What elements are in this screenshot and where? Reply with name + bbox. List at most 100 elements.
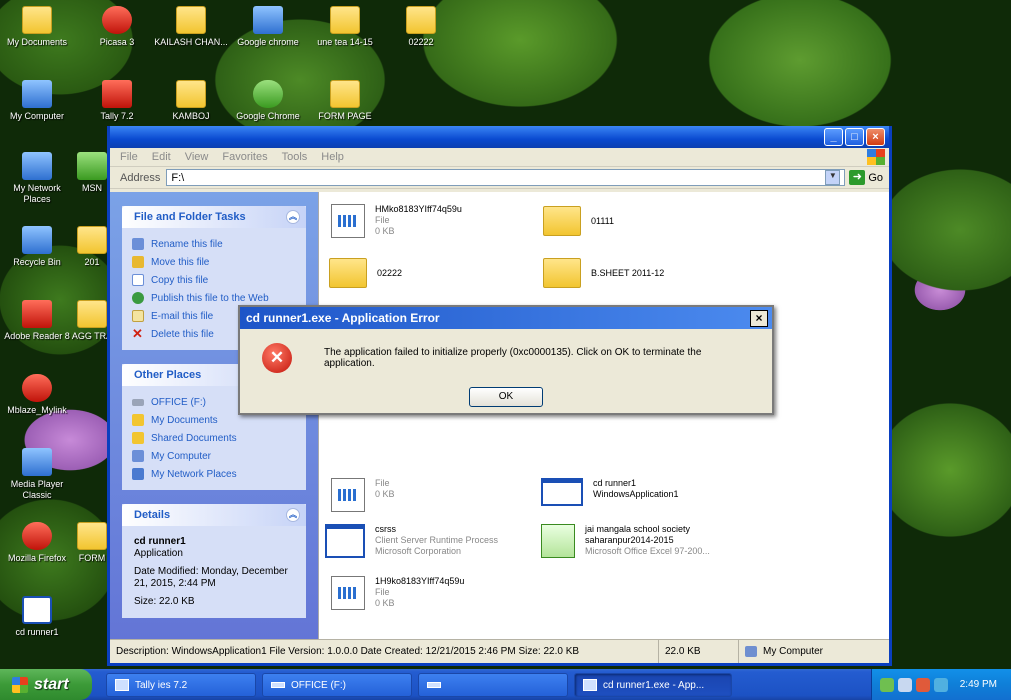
menu-bar: File Edit View Favorites Tools Help: [110, 148, 889, 167]
details-modified: Date Modified: Monday, December 21, 2015…: [134, 566, 288, 589]
chevron-down-icon[interactable]: ▼: [825, 170, 841, 185]
connection-icon[interactable]: [933, 677, 948, 692]
folder-item[interactable]: 01111: [543, 206, 753, 236]
file-icon: [331, 576, 365, 610]
explorer-titlebar[interactable]: _ □ ×: [110, 126, 889, 148]
computer-icon: [132, 450, 144, 462]
file-item[interactable]: HMko8183YIff74q59u File 0 KB: [331, 204, 541, 238]
folder-icon: [132, 414, 144, 426]
menu-help[interactable]: Help: [321, 151, 344, 163]
place-my-computer[interactable]: My Computer: [132, 447, 296, 465]
start-button[interactable]: start: [0, 669, 92, 700]
minimize-button[interactable]: _: [824, 128, 843, 146]
folder-icon: [406, 6, 436, 34]
file-folder-tasks-header[interactable]: File and Folder Tasks ︽: [122, 206, 306, 228]
status-bar: Description: WindowsApplication1 File Ve…: [110, 639, 889, 663]
taskbar-item-office-drive[interactable]: OFFICE (F:): [262, 673, 412, 697]
network-icon[interactable]: [879, 677, 894, 692]
menu-edit[interactable]: Edit: [152, 151, 171, 163]
tally-icon: [115, 679, 129, 691]
folder-icon: [77, 226, 107, 254]
desktop-icon-tally[interactable]: Tally 7.2: [80, 80, 154, 122]
excel-file-item[interactable]: jai mangala school society saharanpur201…: [541, 524, 781, 558]
close-button[interactable]: ×: [866, 128, 885, 146]
place-network-places[interactable]: My Network Places: [132, 465, 296, 483]
address-bar: Address F:\ ▼ ➜ Go: [110, 167, 889, 189]
folder-icon: [543, 206, 581, 236]
ok-button[interactable]: OK: [469, 387, 543, 407]
desktop-icon-chrome[interactable]: Google Chrome: [231, 80, 305, 122]
menu-file[interactable]: File: [120, 151, 138, 163]
move-icon: [132, 256, 144, 268]
details-panel: Details ︽ cd runner1 Application Date Mo…: [122, 504, 306, 618]
desktop-icon-une-tea[interactable]: une tea 14-15: [308, 6, 382, 48]
volume-icon[interactable]: [897, 677, 912, 692]
application-item[interactable]: cd runner1 WindowsApplication1: [541, 478, 751, 506]
desktop-icon-kamboj[interactable]: KAMBOJ: [154, 80, 228, 122]
menu-tools[interactable]: Tools: [282, 151, 308, 163]
desktop-icon-mblaze[interactable]: Mblaze_Mylink: [0, 374, 74, 416]
details-title: Details: [134, 509, 171, 521]
application-item[interactable]: csrss Client Server Runtime Process Micros…: [325, 524, 535, 558]
file-item[interactable]: File 0 KB: [331, 478, 541, 512]
start-label: start: [34, 675, 69, 693]
drive-icon: [271, 682, 285, 688]
place-shared-documents[interactable]: Shared Documents: [132, 429, 296, 447]
error-icon: ✕: [262, 343, 292, 373]
windows-logo-icon: [867, 149, 885, 165]
firefox-icon: [22, 522, 52, 550]
drive-icon: [132, 398, 144, 406]
details-name: cd runner1: [134, 536, 186, 547]
task-copy[interactable]: Copy this file: [132, 271, 296, 289]
desktop-icon-form-page[interactable]: FORM PAGE: [308, 80, 382, 122]
taskbar: start Tally ies 7.2 OFFICE (F:) cd runne…: [0, 669, 1011, 700]
task-move[interactable]: Move this file: [132, 253, 296, 271]
clock[interactable]: 2:49 PM: [960, 679, 997, 690]
folder-item[interactable]: B.SHEET 2011-12: [543, 258, 753, 288]
task-rename[interactable]: Rename this file: [132, 235, 296, 253]
network-icon: [132, 468, 144, 480]
address-input[interactable]: F:\ ▼: [166, 169, 846, 186]
desktop-icon-media-player[interactable]: Media Player Classic: [0, 448, 74, 501]
rename-icon: [132, 238, 144, 250]
media-player-icon: [22, 448, 52, 476]
taskbar-item-explorer[interactable]: [418, 673, 568, 697]
email-icon: [132, 310, 144, 322]
drive-icon: [427, 682, 441, 688]
adobe-reader-icon: [22, 300, 52, 328]
file-item[interactable]: 1H9ko8183YIff74q59u File 0 KB: [331, 576, 541, 610]
desktop-icon-02222[interactable]: 02222: [384, 6, 458, 48]
desktop-icon-kailash[interactable]: KAILASH CHAN...: [154, 6, 228, 48]
collapse-icon[interactable]: ︽: [286, 210, 300, 224]
menu-view[interactable]: View: [185, 151, 209, 163]
desktop-icon-picasa[interactable]: Picasa 3: [80, 6, 154, 48]
antivirus-icon[interactable]: [915, 677, 930, 692]
details-header[interactable]: Details ︽: [122, 504, 306, 526]
file-icon: [331, 204, 365, 238]
go-button[interactable]: ➜ Go: [849, 170, 883, 185]
go-label: Go: [868, 171, 883, 184]
desktop-icon-google-chrome-folder[interactable]: Google chrome: [231, 6, 305, 48]
status-size: 22.0 KB: [659, 640, 739, 663]
dialog-title: cd runner1.exe - Application Error: [246, 311, 440, 325]
taskbar-item-cd-runner-error[interactable]: cd runner1.exe - App...: [574, 673, 732, 697]
dialog-close-button[interactable]: ×: [750, 309, 768, 327]
maximize-button[interactable]: □: [845, 128, 864, 146]
tally-icon: [102, 80, 132, 108]
desktop-icon-cd-runner1[interactable]: cd runner1: [0, 596, 74, 638]
delete-icon: ✕: [132, 326, 143, 341]
folder-icon: [329, 258, 367, 288]
chrome-icon: [253, 80, 283, 108]
dialog-titlebar[interactable]: cd runner1.exe - Application Error ×: [240, 307, 772, 329]
desktop-icon-my-computer[interactable]: My Computer: [0, 80, 74, 122]
desktop-icon-my-documents[interactable]: My Documents: [0, 6, 74, 48]
other-places-title: Other Places: [134, 369, 202, 381]
collapse-icon[interactable]: ︽: [286, 508, 300, 522]
picasa-icon: [102, 6, 132, 34]
address-label: Address: [120, 171, 161, 184]
menu-favorites[interactable]: Favorites: [222, 151, 267, 163]
folder-item[interactable]: 02222: [329, 258, 539, 288]
folder-icon: [330, 80, 360, 108]
file-icon: [331, 478, 365, 512]
taskbar-item-tally[interactable]: Tally ies 7.2: [106, 673, 256, 697]
